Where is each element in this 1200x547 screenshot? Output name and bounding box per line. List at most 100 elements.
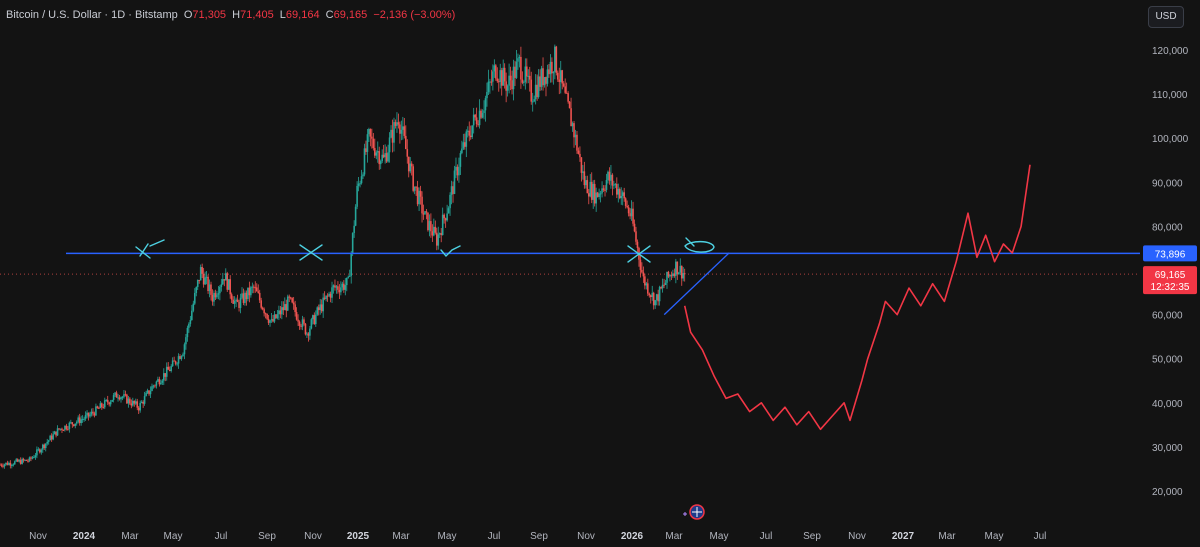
candle-body — [77, 417, 80, 422]
candle-body — [86, 412, 88, 416]
candle-body — [461, 148, 463, 154]
candle-body — [109, 401, 112, 405]
candle-body — [251, 286, 254, 288]
chart-area[interactable]: 20,00030,00040,00050,00060,00070,00080,0… — [0, 0, 1200, 547]
candle-body — [303, 319, 305, 324]
candle-body — [70, 422, 72, 424]
candle-body — [357, 183, 360, 186]
candle-body — [294, 304, 296, 313]
candle-body — [477, 124, 479, 126]
candle-body — [520, 56, 522, 80]
candle-body — [152, 385, 155, 387]
candle-body — [179, 356, 181, 359]
candle-body — [644, 276, 646, 286]
candle-body — [363, 148, 366, 175]
candle-body — [199, 267, 202, 281]
candle-body — [621, 192, 624, 196]
candle-body — [598, 193, 600, 198]
candle-body — [68, 422, 71, 430]
candle-body — [555, 46, 558, 73]
candle-body — [253, 286, 255, 288]
candle-body — [453, 170, 456, 194]
candle-body — [502, 67, 504, 86]
candle-body — [487, 81, 490, 92]
candle-body — [266, 313, 268, 319]
candle-body — [30, 457, 32, 459]
candle-body — [424, 211, 426, 215]
candle-body — [348, 275, 351, 277]
y-tick-label: 90,000 — [1152, 178, 1183, 189]
candle-body — [102, 407, 105, 409]
candle-body — [92, 411, 94, 414]
candle-body — [236, 299, 239, 303]
support-trendline-group[interactable] — [663, 252, 730, 316]
current-price-label: 69,165 — [1155, 270, 1186, 281]
x-axis[interactable]: Nov 2024 Mar May Jul Sep Nov 2025 Mar May Jul Sep No… — [29, 531, 1046, 542]
candle-body — [62, 429, 65, 431]
candle-body — [379, 161, 382, 165]
candle-body — [613, 184, 615, 186]
candle-body — [366, 134, 369, 152]
candle-body — [11, 464, 13, 466]
candle-body — [362, 174, 364, 177]
candle-body — [506, 85, 509, 91]
candle-body — [193, 293, 196, 304]
candle-body — [207, 276, 209, 291]
currency-button[interactable]: USD — [1148, 6, 1184, 28]
candle-body — [158, 379, 161, 385]
candle-body — [630, 208, 633, 217]
candle-body — [171, 360, 174, 367]
x-tick-label: Nov — [848, 531, 866, 542]
candle-body — [185, 337, 187, 345]
candle-body — [21, 458, 23, 464]
candle-body — [332, 285, 335, 288]
candle-body — [406, 149, 409, 157]
price-chart[interactable]: 20,00030,00040,00050,00060,00070,00080,0… — [0, 0, 1200, 547]
candle-body — [39, 449, 41, 453]
price-tags: 73,896 69,16512:32:35 — [1143, 245, 1197, 295]
candle-body — [556, 72, 559, 80]
candle-body — [27, 460, 29, 462]
candle-body — [146, 390, 149, 393]
candle-body — [396, 122, 398, 126]
logo-icon[interactable] — [683, 504, 705, 520]
candle-body — [542, 68, 544, 86]
candle-body — [167, 366, 170, 370]
candle-body — [3, 464, 6, 467]
candle-body — [561, 70, 564, 84]
x-tick-label: 2025 — [347, 531, 370, 542]
x-tick-label: Nov — [304, 531, 322, 542]
candle-body — [382, 154, 385, 158]
candle-body — [217, 293, 220, 295]
candle-body — [276, 314, 279, 319]
candle-body — [25, 459, 28, 461]
candle-body — [356, 185, 358, 207]
change-value: −2,136 (−3.00%) — [373, 9, 456, 21]
candle-body — [664, 282, 667, 285]
y-tick-label: 110,000 — [1152, 90, 1188, 101]
candle-body — [474, 114, 476, 118]
candle-body — [633, 223, 636, 232]
candle-body — [96, 406, 99, 408]
candle-body — [72, 424, 75, 426]
projection-path — [683, 164, 1031, 431]
candle-body — [124, 394, 127, 396]
candle-body — [134, 401, 137, 404]
candle-body — [161, 380, 164, 383]
x-tick-label: Sep — [803, 531, 821, 542]
candle-body — [434, 226, 437, 233]
candle-body — [111, 399, 113, 402]
candle-body — [101, 403, 103, 408]
candle-body — [170, 366, 172, 371]
candle-body — [36, 449, 38, 456]
x-tick-label: Sep — [258, 531, 276, 542]
candle-body — [188, 323, 190, 328]
candle-body — [230, 294, 233, 300]
support-trendline[interactable] — [663, 252, 730, 316]
candle-body — [278, 310, 280, 315]
candle-body — [545, 77, 547, 84]
candle-body — [248, 287, 251, 296]
candle-body — [587, 193, 590, 197]
candle-body — [151, 386, 153, 392]
x-tick-label: Mar — [665, 531, 683, 542]
